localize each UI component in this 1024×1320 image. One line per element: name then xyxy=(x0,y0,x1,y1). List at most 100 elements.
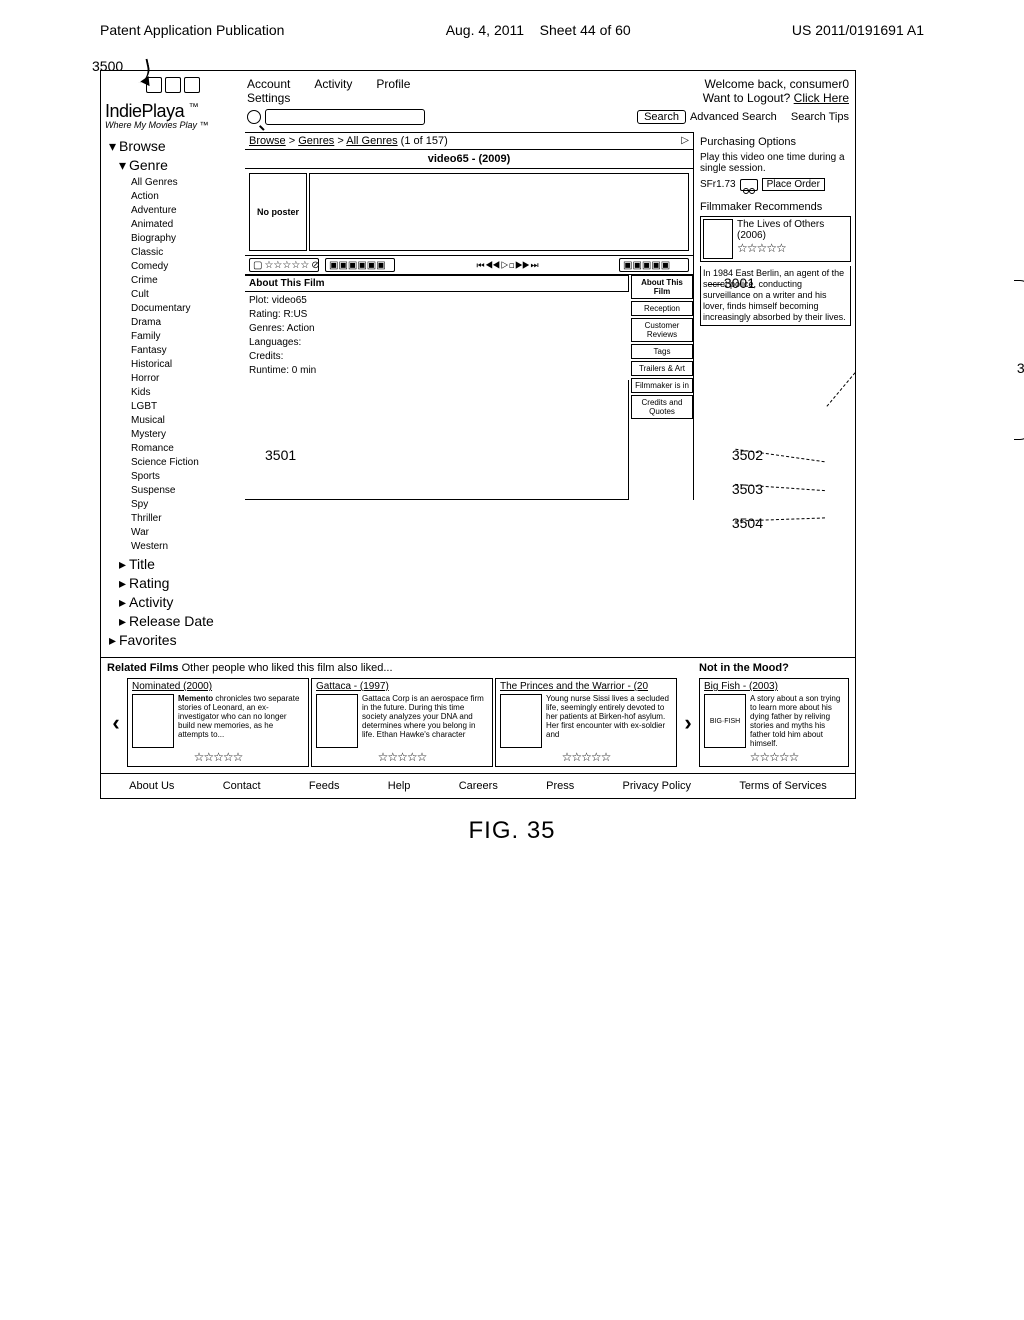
genre-item[interactable]: Western xyxy=(131,540,241,554)
rating-widget[interactable]: ▢☆☆☆☆☆⊘ xyxy=(249,258,319,272)
genre-item[interactable]: Cult xyxy=(131,288,241,302)
player-tools[interactable]: ▣▣▣▣▣ xyxy=(619,258,689,272)
search-input[interactable] xyxy=(265,109,425,125)
about-header: About This Film xyxy=(245,275,629,292)
genre-item[interactable]: Suspense xyxy=(131,484,241,498)
play-icon[interactable]: ▷ xyxy=(681,135,689,147)
genre-item[interactable]: Musical xyxy=(131,414,241,428)
search-icon xyxy=(247,110,261,124)
genre-item[interactable]: Comedy xyxy=(131,260,241,274)
related-thumbnail[interactable] xyxy=(132,694,174,748)
sidebar-browse[interactable]: Browse xyxy=(109,138,241,155)
genre-item[interactable]: Mystery xyxy=(131,428,241,442)
genre-item[interactable]: Action xyxy=(131,190,241,204)
footer-link[interactable]: Feeds xyxy=(309,780,340,792)
tab-trailers[interactable]: Trailers & Art xyxy=(631,361,693,376)
tab-about[interactable]: About This Film xyxy=(631,275,693,299)
genre-item[interactable]: Sports xyxy=(131,470,241,484)
tab-reviews[interactable]: Customer Reviews xyxy=(631,318,693,342)
genre-item[interactable]: Family xyxy=(131,330,241,344)
sidebar-activity[interactable]: Activity xyxy=(119,594,241,611)
search-button[interactable]: Search xyxy=(637,110,686,124)
genre-item[interactable]: Animated xyxy=(131,218,241,232)
carousel-prev[interactable]: ‹ xyxy=(107,678,125,767)
genre-item[interactable]: Documentary xyxy=(131,302,241,316)
related-title[interactable]: Nominated (2000) xyxy=(132,681,304,692)
mood-thumbnail[interactable]: BIG·FISH xyxy=(704,694,746,748)
genre-item[interactable]: Historical xyxy=(131,358,241,372)
rec-stars[interactable]: ☆☆☆☆☆ xyxy=(737,241,848,255)
logout-prompt: Want to Logout? xyxy=(703,91,794,105)
crumb-genres[interactable]: Genres xyxy=(298,135,334,147)
genre-item[interactable]: Romance xyxy=(131,442,241,456)
related-stars[interactable]: ☆☆☆☆☆ xyxy=(132,750,304,764)
related-thumbnail[interactable] xyxy=(316,694,358,748)
genre-item[interactable]: Fantasy xyxy=(131,344,241,358)
genre-item[interactable]: Adventure xyxy=(131,204,241,218)
logout-link[interactable]: Click Here xyxy=(794,91,849,105)
player-progress[interactable]: ▣▣▣▣▣▣ xyxy=(325,258,395,272)
footer-link[interactable]: Contact xyxy=(223,780,261,792)
related-card[interactable]: The Princes and the Warrior - (20Young n… xyxy=(495,678,677,767)
brand-header-icons xyxy=(105,77,241,97)
mood-title[interactable]: Big Fish - (2003) xyxy=(704,681,844,692)
patent-sheet: Sheet 44 of 60 xyxy=(540,22,631,38)
sidebar-genre[interactable]: Genre xyxy=(119,157,241,174)
topmenu-activity[interactable]: Activity xyxy=(314,77,352,105)
related-title[interactable]: The Princes and the Warrior - (20 xyxy=(500,681,672,692)
genre-item[interactable]: Science Fiction xyxy=(131,456,241,470)
related-thumbnail[interactable] xyxy=(500,694,542,748)
footer-link[interactable]: Help xyxy=(388,780,411,792)
footer-link[interactable]: Press xyxy=(546,780,574,792)
footer-link[interactable]: Terms of Services xyxy=(739,780,826,792)
mood-header: Not in the Mood? xyxy=(699,662,789,674)
patent-num: US 2011/0191691 A1 xyxy=(792,22,924,38)
genre-item[interactable]: Kids xyxy=(131,386,241,400)
cart-icon[interactable] xyxy=(740,179,758,191)
player-controls[interactable]: ⏮ ◀◀ ▷ ◻ ▶▶ ⏭ xyxy=(401,260,613,271)
genre-item[interactable]: Horror xyxy=(131,372,241,386)
genre-item[interactable]: All Genres xyxy=(131,176,241,190)
tab-credits-quotes[interactable]: Credits and Quotes xyxy=(631,395,693,419)
genre-item[interactable]: Biography xyxy=(131,232,241,246)
carousel-next[interactable]: › xyxy=(679,678,697,767)
genre-item[interactable]: Spy xyxy=(131,498,241,512)
brand-name: IndiePlaya ™ xyxy=(105,99,241,120)
about-plot: Plot: video65 xyxy=(249,294,625,308)
footer-link[interactable]: About Us xyxy=(129,780,174,792)
search-tips-link[interactable]: Search Tips xyxy=(791,111,849,123)
sidebar-favorites[interactable]: Favorites xyxy=(109,632,241,649)
rec-title[interactable]: The Lives of Others (2006) xyxy=(737,219,848,241)
related-stars[interactable]: ☆☆☆☆☆ xyxy=(316,750,488,764)
sidebar-title[interactable]: Title xyxy=(119,556,241,573)
sidebar-release[interactable]: Release Date xyxy=(119,613,241,630)
sidebar-rating[interactable]: Rating xyxy=(119,575,241,592)
filmmaker-recommends-header: Filmmaker Recommends xyxy=(700,201,851,213)
tab-reception[interactable]: Reception xyxy=(631,301,693,316)
topmenu-profile[interactable]: Profile xyxy=(376,77,410,105)
genre-item[interactable]: Crime xyxy=(131,274,241,288)
genre-item[interactable]: Drama xyxy=(131,316,241,330)
footer-link[interactable]: Careers xyxy=(459,780,498,792)
genre-item[interactable]: Classic xyxy=(131,246,241,260)
crumb-allgenres[interactable]: All Genres xyxy=(346,135,397,147)
related-card[interactable]: Gattaca - (1997)Gattaca Corp is an aeros… xyxy=(311,678,493,767)
mood-stars[interactable]: ☆☆☆☆☆ xyxy=(704,750,844,764)
related-stars[interactable]: ☆☆☆☆☆ xyxy=(500,750,672,764)
tab-filmmaker-in[interactable]: Filmmaker is in xyxy=(631,378,693,393)
place-order-button[interactable]: Place Order xyxy=(762,178,825,191)
genre-item[interactable]: Thriller xyxy=(131,512,241,526)
tab-tags[interactable]: Tags xyxy=(631,344,693,359)
footer-link[interactable]: Privacy Policy xyxy=(623,780,691,792)
related-title[interactable]: Gattaca - (1997) xyxy=(316,681,488,692)
genre-item[interactable]: LGBT xyxy=(131,400,241,414)
topmenu-account[interactable]: Account Settings xyxy=(247,77,290,105)
crumb-count: (1 of 157) xyxy=(398,135,448,147)
genre-item[interactable]: War xyxy=(131,526,241,540)
related-card[interactable]: Nominated (2000)Memento chronicles two s… xyxy=(127,678,309,767)
advanced-search-link[interactable]: Advanced Search xyxy=(690,111,777,123)
crumb-browse[interactable]: Browse xyxy=(249,135,286,147)
rec-thumbnail[interactable] xyxy=(703,219,733,259)
video-player[interactable] xyxy=(309,173,689,251)
brand-name-a: Indie xyxy=(105,101,142,121)
